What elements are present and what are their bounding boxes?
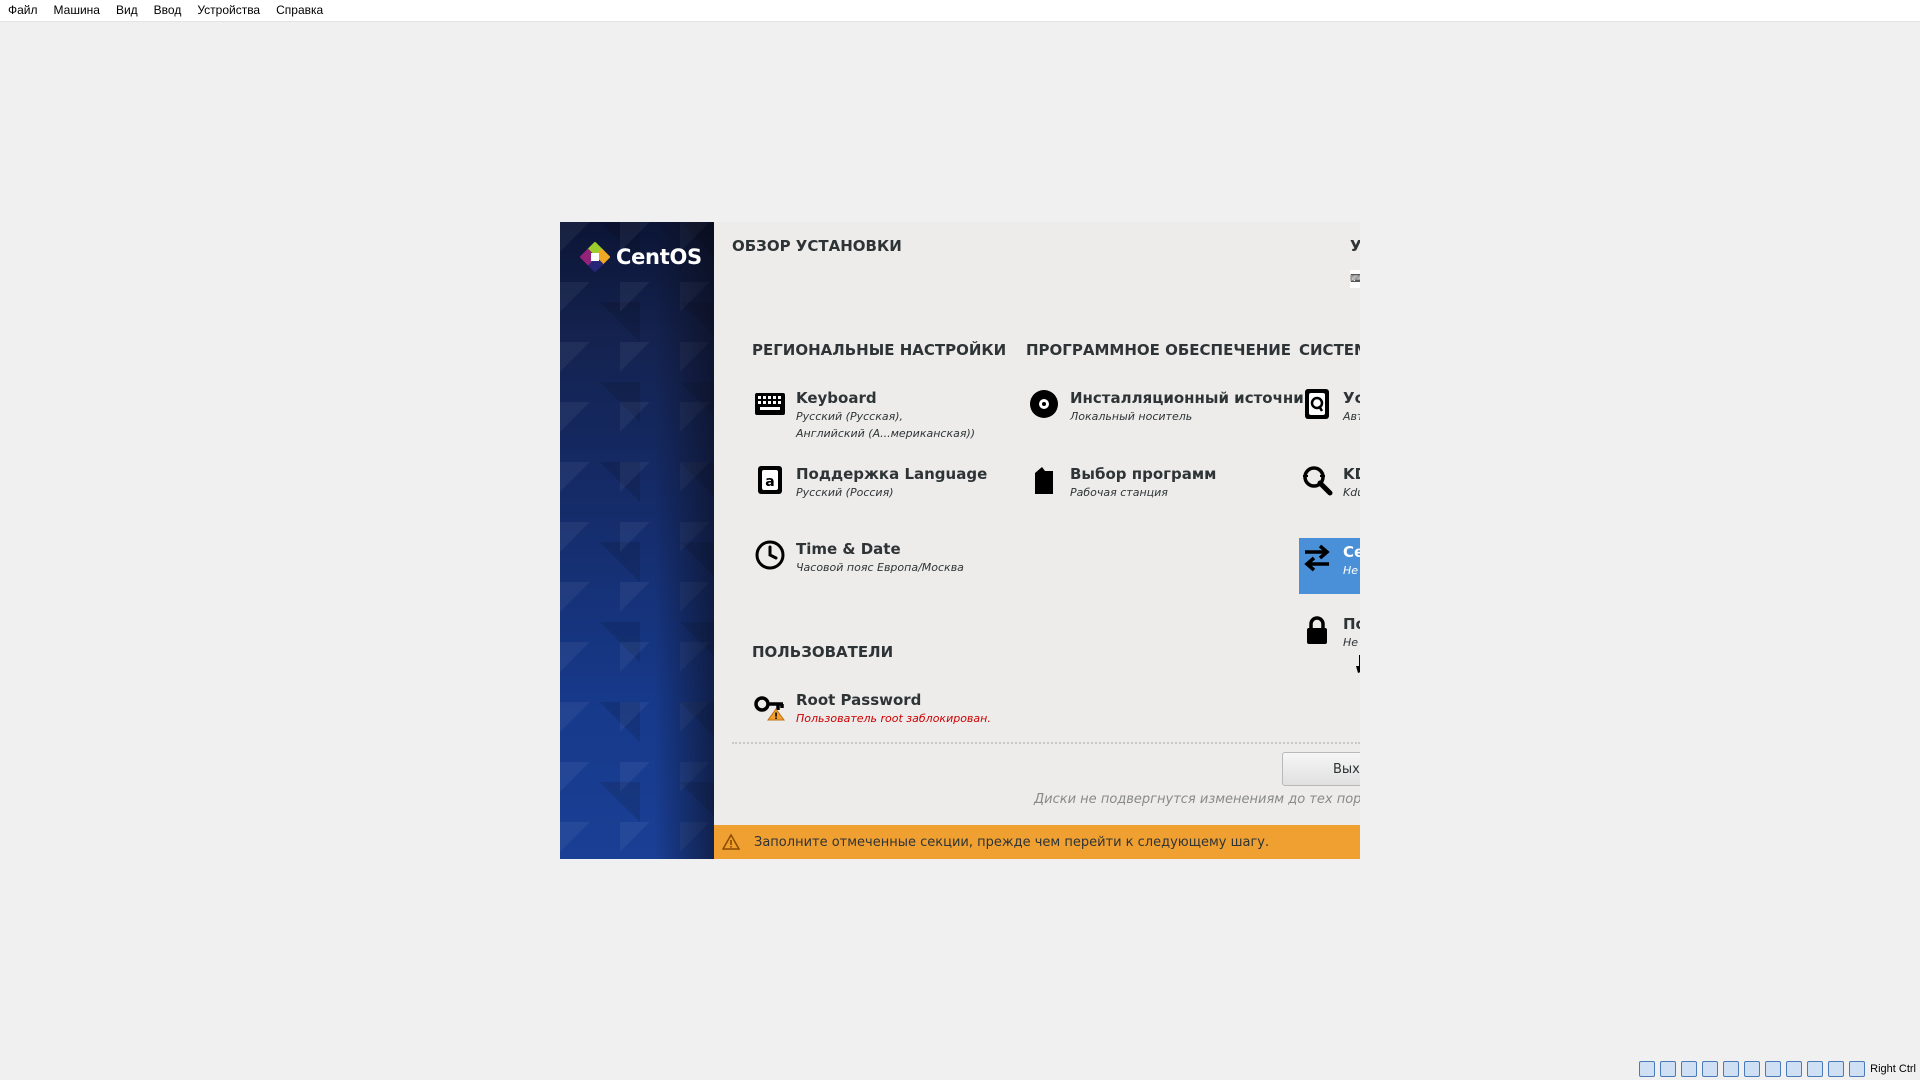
corner-clipped-label: У [1350,237,1360,255]
spoke-source-title: Инсталляционный источник [1070,389,1314,407]
keyboard-capture-status-icon[interactable] [1849,1061,1866,1077]
key-warning-icon: ! [754,690,786,722]
spoke-software-selection[interactable]: Выбор программ Рабочая станция [1028,464,1216,501]
lock-icon [1301,614,1333,646]
network-status-icon[interactable] [1702,1061,1719,1077]
menu-input[interactable]: Ввод [146,0,190,21]
spoke-network-title: Се [1343,543,1360,561]
logo-text: CentOS [616,245,702,269]
keyboard-layout-indicator[interactable]: ⌨ [1350,270,1360,288]
warning-icon [722,833,740,850]
menu-devices[interactable]: Устройства [189,0,268,21]
spoke-keyboard-title: Keyboard [796,389,877,407]
installer-sidebar: CentOS [560,222,714,859]
menu-file[interactable]: Файл [0,0,46,21]
menu-machine[interactable]: Машина [46,0,108,21]
spoke-root-password[interactable]: ! Root Password Пользователь root заблок… [754,690,991,727]
spoke-installation-destination[interactable]: Ус Авт [1301,388,1360,425]
spoke-time-status: Часовой пояс Европа/Москва [796,561,964,574]
heading-software: ПРОГРАММНОЕ ОБЕСПЕЧЕНИЕ [1026,341,1292,359]
mouse-cursor-icon [1356,655,1360,673]
spoke-security-title: По [1343,615,1360,633]
quit-button[interactable]: Выхо [1282,752,1360,786]
host-key-label: Right Ctrl [1870,1063,1916,1075]
spoke-selection-status: Рабочая станция [1070,486,1168,499]
network-arrows-icon [1301,542,1333,574]
spoke-keyboard-status-1: Русский (Русская), [796,410,903,423]
spoke-time-date[interactable]: Time & Date Часовой пояс Европа/Москва [754,539,964,576]
magnifier-icon [1301,464,1333,496]
disc-icon [1028,388,1060,420]
package-icon [1028,464,1060,496]
menu-help[interactable]: Справка [268,0,331,21]
clock-icon [754,539,786,571]
spoke-language-title: Поддержка Language [796,465,988,483]
spoke-install-source[interactable]: Инсталляционный источник Локальный носит… [1028,388,1314,425]
spoke-kdump-status: Kdu [1343,486,1360,499]
spoke-security-policy[interactable]: По Не [1301,614,1360,651]
spoke-time-title: Time & Date [796,540,901,558]
spoke-destination-status: Авт [1343,410,1360,423]
svg-text:!: ! [774,712,778,721]
spoke-kdump[interactable]: KD Kdu [1301,464,1360,501]
menu-view[interactable]: Вид [108,0,146,21]
hard-disk-status-icon[interactable] [1639,1061,1656,1077]
warning-text: Заполните отмеченные секции, прежде чем … [754,834,1270,850]
language-icon: a [754,464,786,496]
centos-logo: CentOS [580,242,702,272]
vt-x-status-icon[interactable] [1807,1061,1824,1077]
mouse-integration-status-icon[interactable] [1828,1061,1845,1077]
spoke-destination-title: Ус [1343,389,1360,407]
host-menubar: Файл Машина Вид Ввод Устройства Справка [0,0,1920,22]
keyboard-icon [754,388,786,420]
spoke-selection-title: Выбор программ [1070,465,1217,483]
hard-disk-icon [1301,388,1333,420]
actions-divider [732,742,1360,744]
heading-system: СИСТЕМ [1299,341,1360,359]
heading-users: ПОЛЬЗОВАТЕЛИ [752,643,894,661]
warning-bar: Заполните отмеченные секции, прежде чем … [714,825,1360,859]
spoke-keyboard-status-2: Английский (А...мериканская)) [796,427,976,440]
page-title: ОБЗОР УСТАНОВКИ [732,237,902,255]
spoke-root-status: Пользователь root заблокирован. [796,712,991,725]
spoke-security-status: Не [1343,636,1359,649]
shared-folders-status-icon[interactable] [1744,1061,1761,1077]
optical-drive-status-icon[interactable] [1660,1061,1677,1077]
spoke-root-title: Root Password [796,691,922,709]
centos-logo-icon [580,242,610,272]
spoke-network-status: Не [1343,564,1359,577]
heading-localization: РЕГИОНАЛЬНЫЕ НАСТРОЙКИ [752,341,1007,359]
usb-status-icon[interactable] [1723,1061,1740,1077]
guest-screen[interactable]: CentOS ОБЗОР УСТАНОВКИ У ⌨ РЕГИОНАЛЬНЫЕ … [560,222,1360,859]
spoke-network-hostname[interactable]: Се Не [1299,538,1360,594]
svg-text:a: a [765,474,774,490]
spoke-keyboard[interactable]: Keyboard Русский (Русская), Английский (… [754,388,975,442]
vbox-status-tray: Right Ctrl [1639,1058,1920,1080]
audio-status-icon[interactable] [1681,1061,1698,1077]
recording-status-icon[interactable] [1786,1061,1803,1077]
spoke-language-status: Русский (Россия) [796,486,894,499]
spoke-kdump-title: KD [1343,465,1360,483]
disk-note: Диски не подвергнутся изменениям до тех … [1034,792,1360,807]
spoke-source-status: Локальный носитель [1070,410,1193,423]
spoke-language[interactable]: a Поддержка Language Русский (Россия) [754,464,987,501]
display-status-icon[interactable] [1765,1061,1782,1077]
